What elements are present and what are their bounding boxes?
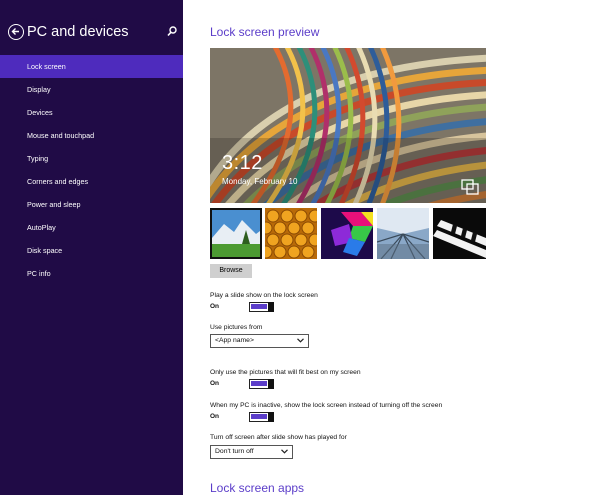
thumbnail-railway[interactable]	[377, 208, 429, 259]
browse-button[interactable]: Browse	[210, 264, 252, 278]
thumbnail-piano[interactable]	[433, 208, 486, 259]
sidebar-item-devices[interactable]: Devices	[0, 101, 183, 124]
picture-thumbnails	[210, 208, 486, 259]
slideshow-toggle[interactable]	[249, 301, 274, 312]
sidebar-item-lock-screen[interactable]: Lock screen	[0, 55, 183, 78]
thumbnail-geometric[interactable]	[321, 208, 373, 259]
slideshow-icon	[461, 179, 479, 195]
use-pictures-label: Use pictures from	[210, 324, 263, 331]
thumbnail-honeycomb[interactable]	[265, 208, 317, 259]
fit-best-toggle[interactable]	[249, 378, 274, 389]
lock-screen-preview-heading: Lock screen preview	[210, 25, 320, 39]
lock-screen-preview-image: 3:12 Monday, February 10	[210, 48, 486, 203]
sidebar-item-mouse-and-touchpad[interactable]: Mouse and touchpad	[0, 124, 183, 147]
lock-screen-apps-heading: Lock screen apps	[210, 481, 305, 495]
sidebar-title: PC and devices	[27, 24, 129, 40]
sidebar-item-disk-space[interactable]: Disk space	[0, 239, 183, 262]
fit-best-state: On	[210, 380, 220, 387]
sidebar-item-corners-and-edges[interactable]: Corners and edges	[0, 170, 183, 193]
turn-off-value: Don't turn off	[215, 448, 254, 455]
sidebar-item-power-and-sleep[interactable]: Power and sleep	[0, 193, 183, 216]
sidebar-header: PC and devices	[8, 22, 178, 44]
sidebar-item-pc-info[interactable]: PC info	[0, 262, 183, 285]
slideshow-state: On	[210, 303, 220, 310]
lock-screen-time: 3:12	[222, 152, 263, 174]
thumbnail-landscape[interactable]	[210, 208, 262, 259]
lock-screen-date: Monday, February 10	[222, 177, 298, 186]
turn-off-dropdown[interactable]: Don't turn off	[210, 445, 293, 459]
chevron-down-icon	[281, 449, 288, 454]
turn-off-label: Turn off screen after slide show has pla…	[210, 434, 347, 441]
use-pictures-value: <App name>	[215, 337, 254, 344]
inactive-toggle[interactable]	[249, 411, 274, 422]
chevron-down-icon	[297, 338, 304, 343]
back-arrow-icon[interactable]	[8, 24, 24, 40]
inactive-label: When my PC is inactive, show the lock sc…	[210, 402, 443, 409]
main-content: Lock screen preview 3:12 Monday, Februar…	[210, 0, 590, 495]
fit-best-label: Only use the pictures that will fit best…	[210, 369, 361, 376]
sidebar-item-typing[interactable]: Typing	[0, 147, 183, 170]
inactive-state: On	[210, 413, 220, 420]
sidebar-nav: Lock screen Display Devices Mouse and to…	[0, 55, 183, 285]
search-icon[interactable]	[166, 25, 178, 39]
slideshow-label: Play a slide show on the lock screen	[210, 292, 318, 299]
sidebar: PC and devices Lock screen Display Devic…	[0, 0, 183, 495]
sidebar-item-autoplay[interactable]: AutoPlay	[0, 216, 183, 239]
use-pictures-dropdown[interactable]: <App name>	[210, 334, 309, 348]
sidebar-item-display[interactable]: Display	[0, 78, 183, 101]
